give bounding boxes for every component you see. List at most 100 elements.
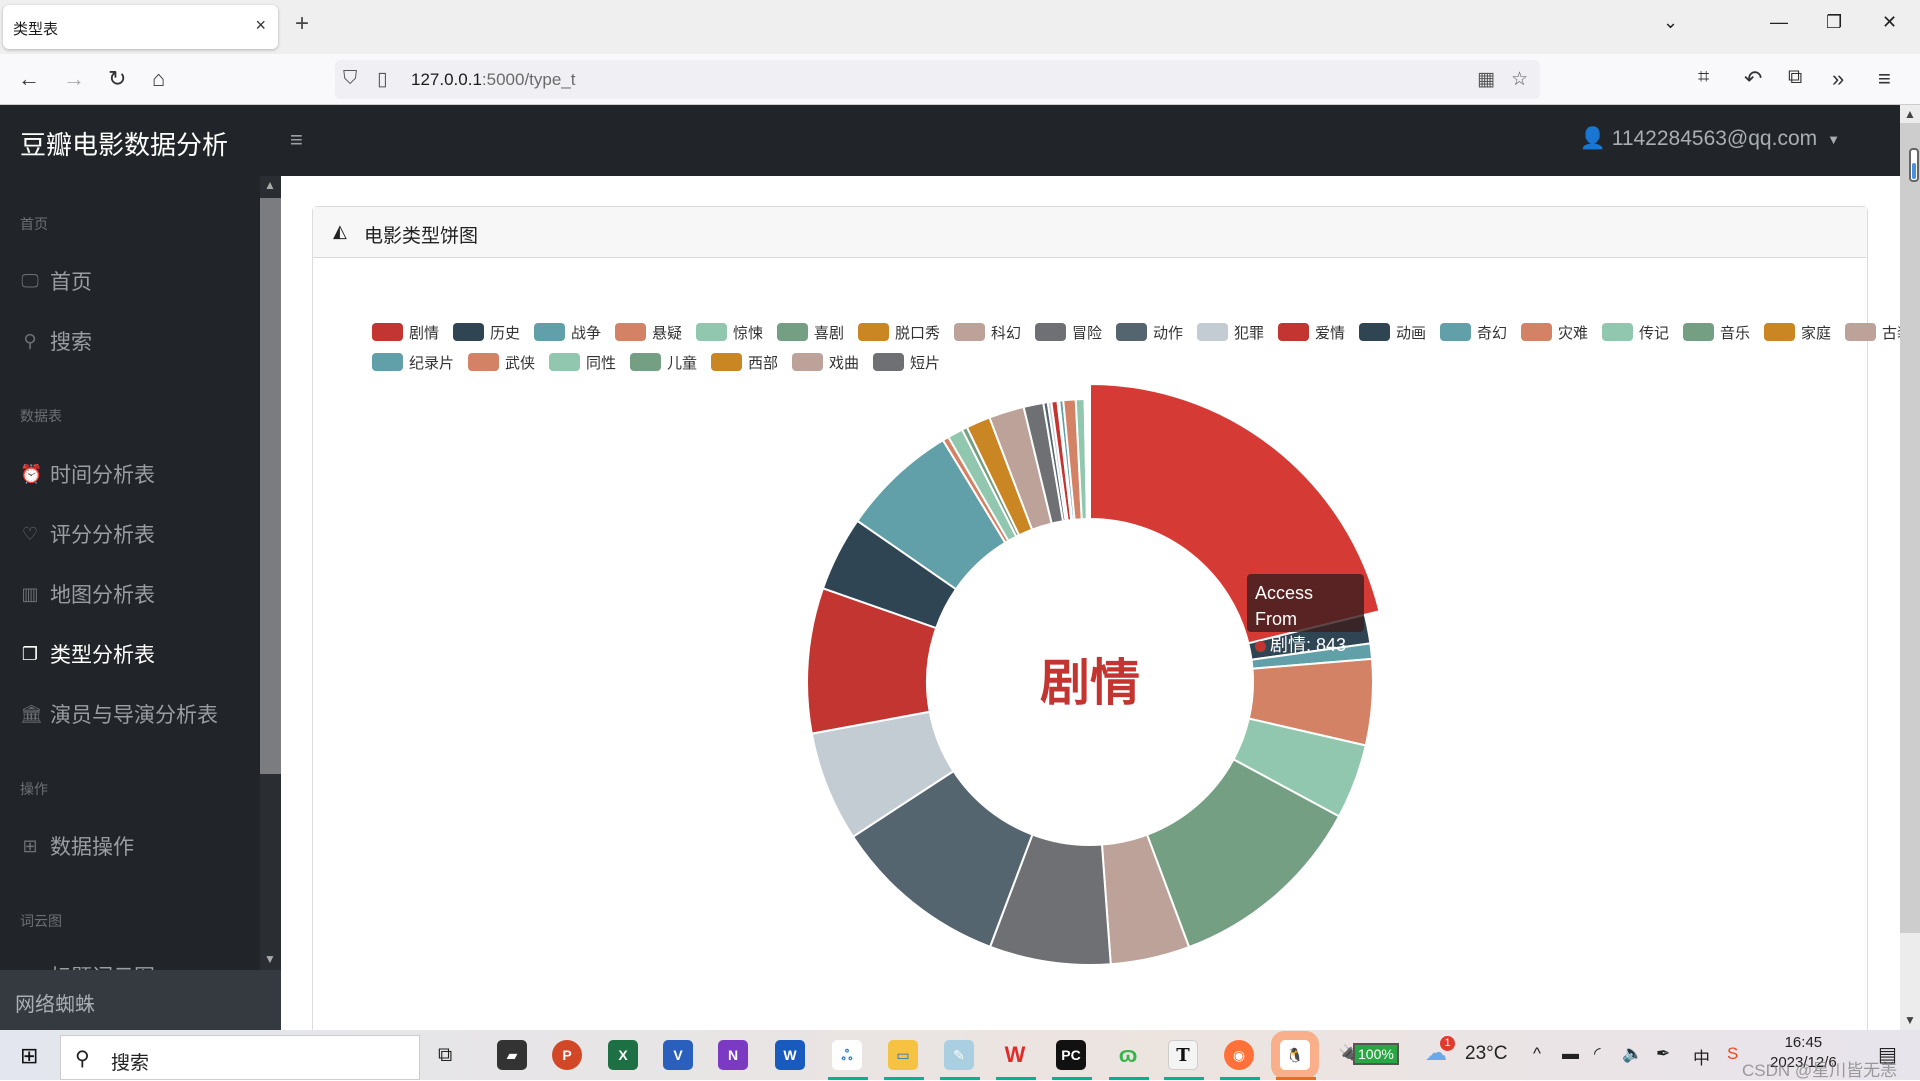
page-scrollbar[interactable]: ▲ ▼	[1900, 105, 1920, 1030]
visio-icon[interactable]: V	[663, 1040, 693, 1070]
weather-badge: 1	[1440, 1036, 1455, 1051]
legend-item[interactable]: 爱情	[1278, 323, 1345, 342]
battery-icon[interactable]: ▬	[1562, 1044, 1579, 1064]
tooltip-marker	[1255, 640, 1266, 652]
baidu-netdisk-icon[interactable]: ஃ	[832, 1040, 862, 1070]
legend-item[interactable]: 西部	[711, 353, 778, 372]
legend-item[interactable]: 喜剧	[777, 323, 844, 342]
wifi-icon[interactable]: ◜	[1594, 1044, 1601, 1064]
legend-swatch	[1035, 323, 1066, 341]
notepad-icon[interactable]: ✎	[944, 1040, 974, 1070]
legend-label: 动作	[1153, 324, 1183, 342]
legend-item[interactable]: 战争	[534, 323, 601, 342]
firefox-icon[interactable]: ◉	[1224, 1040, 1254, 1070]
taskbar-search[interactable]: ⚲ 搜索	[60, 1035, 420, 1080]
typora-icon[interactable]: T	[1168, 1040, 1198, 1070]
legend-item[interactable]: 音乐	[1683, 323, 1750, 342]
legend-item[interactable]: 同性	[549, 353, 616, 372]
page-scroll-track[interactable]	[1900, 123, 1920, 933]
scroll-up-icon[interactable]: ▲	[1904, 107, 1916, 121]
legend-label: 传记	[1639, 324, 1669, 342]
legend-label: 剧情	[409, 324, 439, 342]
legend-swatch	[549, 353, 580, 371]
search-icon: ⚲	[75, 1048, 90, 1070]
legend-item[interactable]: 奇幻	[1440, 323, 1507, 342]
legend-label: 音乐	[1720, 324, 1750, 342]
legend-item[interactable]: 惊悚	[696, 323, 763, 342]
legend-label: 西部	[748, 354, 778, 372]
wps-icon[interactable]: W	[1000, 1040, 1030, 1070]
legend-swatch	[873, 353, 904, 371]
onenote-icon[interactable]: N	[718, 1040, 748, 1070]
scroll-down-icon[interactable]: ▼	[1904, 1013, 1916, 1027]
legend-label: 冒险	[1072, 324, 1102, 342]
volume-widget-icon	[1909, 148, 1919, 182]
qq-icon[interactable]: 🐧	[1280, 1040, 1310, 1070]
file-explorer-icon[interactable]: ▭	[888, 1040, 918, 1070]
sticky-notes-icon[interactable]: ▰	[497, 1040, 527, 1070]
pen-icon[interactable]: ✒	[1656, 1044, 1670, 1064]
legend-item[interactable]: 悬疑	[615, 323, 682, 342]
legend-swatch	[1602, 323, 1633, 341]
legend-label: 悬疑	[652, 324, 682, 342]
legend-swatch	[777, 323, 808, 341]
legend-item[interactable]: 动画	[1359, 323, 1426, 342]
tray-expand-icon[interactable]: ^	[1533, 1044, 1541, 1064]
legend-swatch	[1440, 323, 1471, 341]
navicat-icon[interactable]: ɷ	[1113, 1040, 1143, 1070]
legend-item[interactable]: 灾难	[1521, 323, 1588, 342]
legend-label: 同性	[586, 354, 616, 372]
word-icon[interactable]: W	[775, 1040, 805, 1070]
legend-swatch	[858, 323, 889, 341]
legend-item[interactable]: 武侠	[468, 353, 535, 372]
legend-label: 爱情	[1315, 324, 1345, 342]
legend-item[interactable]: 动作	[1116, 323, 1183, 342]
legend-label: 家庭	[1801, 324, 1831, 342]
legend-label: 动画	[1396, 324, 1426, 342]
volume-icon[interactable]: 🔈	[1622, 1044, 1643, 1064]
legend-label: 惊悚	[733, 324, 763, 342]
task-view-icon[interactable]: ⧉	[438, 1044, 452, 1067]
clock-time: 16:45	[1784, 1034, 1823, 1051]
legend-item[interactable]: 历史	[453, 323, 520, 342]
legend-item[interactable]: 纪录片	[372, 353, 454, 372]
legend-item[interactable]: 传记	[1602, 323, 1669, 342]
pycharm-icon[interactable]: PC	[1056, 1040, 1086, 1070]
sogou-icon[interactable]: S	[1727, 1044, 1738, 1064]
legend-item[interactable]: 短片	[873, 353, 940, 372]
legend-item[interactable]: 犯罪	[1197, 323, 1264, 342]
powerpoint-icon[interactable]: P	[552, 1040, 582, 1070]
legend-label: 短片	[910, 354, 940, 372]
legend-swatch	[1764, 323, 1795, 341]
pie-slice-短片[interactable]	[1087, 397, 1091, 521]
notification-icon[interactable]: ▤	[1878, 1042, 1897, 1067]
legend-swatch	[534, 323, 565, 341]
legend-label: 脱口秀	[895, 324, 940, 342]
legend-item[interactable]: 科幻	[954, 323, 1021, 342]
ime-indicator[interactable]: 中	[1693, 1044, 1710, 1069]
legend-label: 历史	[490, 324, 520, 342]
legend-swatch	[468, 353, 499, 371]
legend-label: 奇幻	[1477, 324, 1507, 342]
legend-label: 犯罪	[1234, 324, 1264, 342]
chart-tooltip: Access From 剧情: 843	[1247, 574, 1364, 655]
legend-label: 科幻	[991, 324, 1021, 342]
legend-swatch	[372, 353, 403, 371]
legend-label: 战争	[571, 324, 601, 342]
battery-percent[interactable]: 100%	[1353, 1043, 1399, 1065]
legend-swatch	[1845, 323, 1876, 341]
legend-item[interactable]: 儿童	[630, 353, 697, 372]
weather-temp[interactable]: 23°C	[1465, 1043, 1507, 1065]
center-label: 剧情	[1040, 654, 1140, 712]
legend-label: 戏曲	[829, 354, 859, 372]
legend-item[interactable]: 剧情	[372, 323, 439, 342]
taskbar-search-label: 搜索	[111, 1053, 150, 1074]
legend-item[interactable]: 冒险	[1035, 323, 1102, 342]
legend-item[interactable]: 戏曲	[792, 353, 859, 372]
legend-swatch	[1359, 323, 1390, 341]
taskbar: ⊞ ⚲ 搜索 ⧉ ▰ P X V N W ஃ ▭ ✎ W PC ɷ T ◉ 🐧 …	[0, 1030, 1920, 1080]
legend-item[interactable]: 家庭	[1764, 323, 1831, 342]
windows-start-icon[interactable]: ⊞	[20, 1043, 38, 1069]
legend-item[interactable]: 脱口秀	[858, 323, 940, 342]
excel-icon[interactable]: X	[608, 1040, 638, 1070]
